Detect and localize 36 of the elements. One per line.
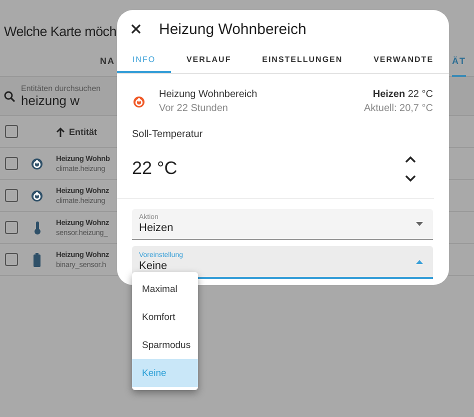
tab[interactable]: VERWANDTE [358,48,449,74]
setpoint-label: Soll-Temperatur [131,128,204,140]
search-value: heizung w [21,93,81,108]
thermostat-icon [31,190,43,202]
checkbox[interactable] [5,253,18,266]
menu-item[interactable]: Komfort [132,303,198,331]
sort-arrow-icon[interactable] [56,126,65,136]
close-icon[interactable] [131,24,141,34]
search-label: Entitäten durchsuchen [21,84,101,93]
chevron-down-icon[interactable] [405,174,416,182]
field-value: Heizen [139,222,174,234]
search-icon [4,90,15,102]
last-changed: Vor 22 Stunden [159,103,229,114]
field-value: Keine [139,260,168,272]
column-header[interactable]: Entität [69,126,97,136]
tab[interactable]: NA [100,48,115,76]
battery-icon [33,252,41,266]
chevron-up-icon[interactable] [405,156,416,163]
tab[interactable]: EINSTELLUNGEN [246,48,358,74]
checkbox[interactable] [5,221,18,234]
dialog-title: Heizung Wohnbereich [159,20,306,38]
checkbox[interactable] [5,157,18,170]
dropdown-arrow-icon [416,260,423,264]
tab[interactable]: VERLAUF [171,48,247,74]
checkbox[interactable] [5,189,18,202]
page-title: Welche Karte möch [3,23,116,41]
thermostat-icon [31,158,43,170]
entity-name: Heizung Wohnbereich [159,89,258,100]
menu-item[interactable]: Sparmodus [132,331,198,359]
setpoint-value: 22 °C [132,158,178,180]
dropdown-arrow-icon [416,222,423,226]
thermometer-icon [34,220,40,234]
thermostat-icon [133,96,145,108]
checkbox[interactable] [5,125,18,138]
entity-state: Heizen 22 °C [372,89,433,100]
current-temperature: Aktuell: 20,7 °C [364,103,433,114]
